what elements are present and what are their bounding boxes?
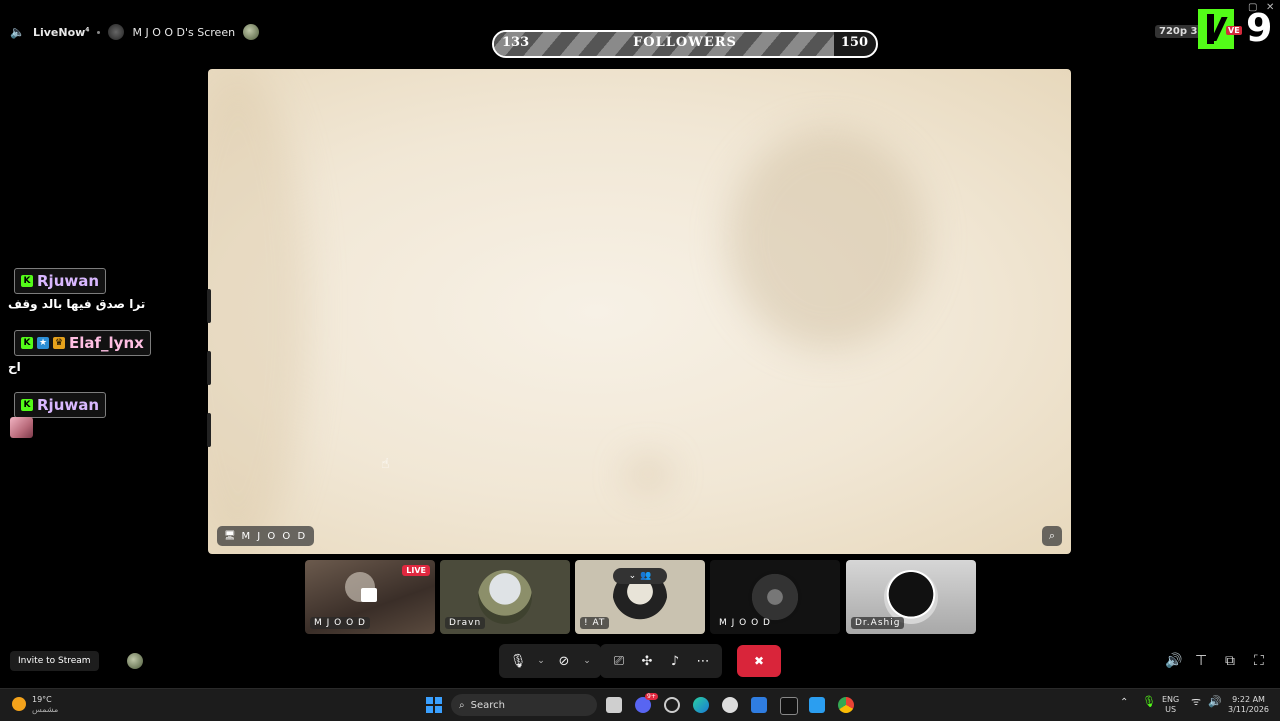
participant-tile[interactable]: Dravn (440, 560, 570, 634)
pin-icon[interactable]: ⊤ (1195, 653, 1207, 669)
chatgpt-icon[interactable] (664, 697, 680, 713)
magnifier-icon: ⌕ (1048, 529, 1056, 542)
restore-icon[interactable]: ▢ (1248, 2, 1257, 13)
crown-badge-icon: ♛ (53, 337, 65, 349)
participant-name: Dr.Ashig (851, 617, 905, 629)
clock[interactable]: 9:22 AM 3/11/2026 (1228, 695, 1269, 715)
chat-emote-image (10, 417, 33, 438)
participant-tile[interactable]: Dr.Ashig (846, 560, 976, 634)
main-screen-share[interactable] (208, 69, 1071, 554)
chevron-down-icon[interactable]: ⌄ (629, 571, 637, 581)
more-options-icon[interactable]: ⋯ (690, 648, 716, 674)
taskbar-search[interactable]: ⌕ Search (451, 694, 597, 716)
kick-badge-icon: K (21, 337, 33, 349)
chrome-icon[interactable] (838, 697, 854, 713)
group-icon[interactable]: 👥 (640, 571, 651, 581)
paper-edge-shadow (208, 69, 308, 554)
stream-header: 🔈 LiveNow4 M J O O D's Screen (0, 18, 260, 46)
capcut-icon[interactable] (780, 697, 798, 715)
zoom-button[interactable]: ⌕ (1042, 526, 1062, 546)
windows-taskbar: 19°C مشمس ⌕ Search 9+ ⌃ 🎙 ENG US ᯤ 🔊 9:2… (0, 688, 1280, 721)
participant-tile[interactable]: M J O O D (710, 560, 840, 634)
star-badge-icon: ★ (37, 337, 49, 349)
activities-icon[interactable]: ✣ (634, 648, 660, 674)
camera-off-icon[interactable]: ⊘ (551, 648, 577, 674)
screen-title: M J O O D's Screen (132, 25, 236, 39)
participant-avatar (884, 570, 938, 624)
chat-username: K Rjuwan (14, 392, 107, 418)
chat-username: K Rjuwan (14, 268, 107, 294)
volume-icon[interactable]: 🔊 (1165, 653, 1182, 669)
participant-tile[interactable]: LIVE M J O O D (305, 560, 435, 634)
language-indicator[interactable]: ENG US (1162, 695, 1179, 715)
participant-name: Dravn (445, 617, 486, 629)
side-tab[interactable] (207, 351, 211, 385)
screen-share-icon: 🖥 (224, 531, 238, 541)
paper-stain (728, 129, 928, 349)
presenter-label: 🖥 M J O O D (217, 526, 315, 546)
chevron-down-icon[interactable]: ⌄ (579, 648, 595, 674)
invite-to-stream-button[interactable]: Invite to Stream (10, 651, 99, 671)
tile-hover-controls[interactable]: ⌄ 👥 (613, 568, 667, 584)
chevron-up-icon[interactable]: ⌃ (1120, 698, 1128, 708)
fullscreen-icon[interactable]: ⛶ (1254, 653, 1264, 669)
separator (97, 30, 101, 34)
windows-start-icon[interactable] (426, 697, 442, 713)
weather-widget[interactable]: 19°C مشمس (32, 695, 58, 715)
participant-tile[interactable]: ⌄ 👥 ! AT (575, 560, 705, 634)
microphone-in-use-icon[interactable]: 🎙 (1142, 696, 1156, 707)
screen-share-icon (361, 588, 377, 602)
activity-controls: ⎚ ✣ ♪ ⋯ (600, 644, 722, 678)
participant-name: ! AT (580, 617, 610, 629)
task-view-icon[interactable] (606, 697, 622, 713)
participant-avatar (478, 570, 532, 624)
followers-label: FOLLOWERS (633, 35, 737, 50)
participant-name: M J O O D (310, 617, 370, 629)
volume-icon[interactable]: 🔊 (1208, 696, 1222, 707)
photos-icon[interactable] (809, 697, 825, 713)
viewer-avatar[interactable] (243, 24, 260, 40)
live-indicator: VE (1226, 26, 1242, 35)
edge-browser-icon[interactable] (693, 697, 709, 713)
chat-message: ترا صدق فيها بالد وقف (8, 297, 146, 311)
audio-video-controls: 🎙 ⌄ ⊘ ⌄ (499, 644, 601, 678)
search-icon: ⌕ (459, 699, 465, 711)
chat-message: اح (8, 360, 21, 374)
hand-cursor-icon: ☝ (381, 456, 390, 472)
chat-username: K ★ ♛ Elaf_lynx (14, 330, 151, 356)
discord-notification-badge: 9+ (645, 693, 658, 700)
kick-badge-icon: K (21, 275, 33, 287)
chevron-down-icon[interactable]: ⌄ (533, 648, 549, 674)
participant-name: M J O O D (719, 618, 771, 628)
paper-stain (628, 459, 668, 489)
app-window-icon[interactable] (751, 697, 767, 713)
screen-owner-avatar (108, 24, 125, 40)
leave-call-button[interactable]: ✖ (737, 645, 781, 677)
close-icon[interactable]: ✕ (1266, 2, 1274, 13)
side-tab[interactable] (207, 413, 211, 447)
user-avatar[interactable] (127, 653, 143, 669)
participant-avatar (748, 570, 802, 624)
end-call-icon: ✖ (753, 654, 765, 668)
followers-goal-bar: 133 FOLLOWERS 150 (492, 30, 878, 58)
pop-out-icon[interactable]: ⧉ (1225, 653, 1235, 669)
screen-share-icon[interactable]: ⎚ (606, 648, 632, 674)
speaker-icon[interactable]: 🔈 (10, 25, 25, 39)
soundboard-icon[interactable]: ♪ (662, 648, 688, 674)
microphone-icon[interactable]: 🎙 (505, 648, 531, 674)
side-tab[interactable] (207, 289, 211, 323)
kick-badge-icon: K (21, 399, 33, 411)
wifi-icon[interactable]: ᯤ (1191, 696, 1201, 707)
live-badge: LIVE (402, 565, 430, 576)
weather-sun-icon[interactable] (12, 697, 26, 711)
followers-goal: 150 (840, 35, 868, 50)
channel-name[interactable]: LiveNow4 (33, 26, 90, 39)
settings-gear-icon[interactable] (722, 697, 738, 713)
